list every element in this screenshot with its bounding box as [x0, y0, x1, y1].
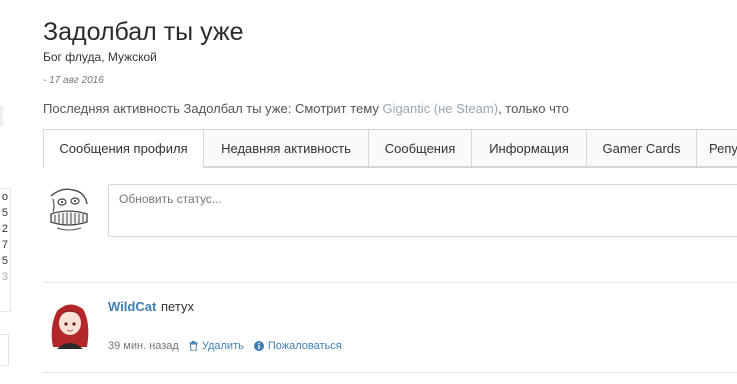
stat-fragment: 5 — [1, 207, 8, 219]
activity-prefix: Последняя активность Задолбал ты уже: См… — [43, 101, 383, 116]
sidebar-edge — [0, 106, 3, 126]
divider — [43, 372, 737, 373]
post-message: петух — [161, 299, 194, 314]
sidebar-stats-fragment: о 5 2 7 5 3 — [0, 188, 11, 312]
page-title: Задолбал ты уже — [43, 18, 244, 46]
profile-tabs: Сообщения профиля Недавняя активность Со… — [43, 129, 737, 168]
post-author-link[interactable]: WildCat — [108, 299, 156, 314]
sidebar-box-fragment — [0, 334, 9, 366]
tab-postings[interactable]: Сообщения — [369, 129, 472, 167]
register-date: - 17 авг 2016 — [43, 75, 104, 86]
post-meta: 39 мин. назад Удалить Пожаловаться — [108, 340, 342, 352]
avatar[interactable] — [43, 184, 93, 234]
trash-icon — [189, 341, 198, 351]
info-icon — [253, 341, 264, 351]
tab-gamer-cards[interactable]: Gamer Cards — [587, 129, 697, 167]
tab-reputation[interactable]: Репу — [697, 129, 737, 167]
activity-suffix: , только что — [498, 101, 569, 116]
tab-profile-posts[interactable]: Сообщения профиля — [43, 129, 204, 168]
stat-fragment: 3 — [1, 271, 8, 283]
status-input[interactable]: Обновить статус... — [108, 184, 737, 237]
date-prefix: - — [43, 75, 47, 86]
date-value[interactable]: 17 авг 2016 — [49, 75, 104, 86]
last-activity: Последняя активность Задолбал ты уже: См… — [43, 101, 569, 116]
tab-recent-activity[interactable]: Недавняя активность — [204, 129, 369, 167]
stat-fragment: 2 — [1, 223, 8, 235]
stat-fragment: 7 — [1, 239, 8, 251]
user-title-gender: Бог флуда, Мужской — [43, 50, 157, 64]
stat-fragment: о — [1, 191, 8, 203]
activity-thread-link[interactable]: Gigantic (не Steam) — [383, 101, 499, 116]
stat-fragment: 5 — [1, 255, 8, 267]
report-post-button[interactable]: Пожаловаться — [253, 340, 342, 352]
post-time[interactable]: 39 мин. назад — [108, 340, 179, 352]
delete-post-button[interactable]: Удалить — [189, 340, 244, 352]
divider — [43, 282, 737, 283]
post-avatar[interactable] — [43, 297, 95, 349]
delete-label: Удалить — [201, 340, 244, 352]
tab-information[interactable]: Информация — [472, 129, 587, 167]
report-label: Пожаловаться — [267, 340, 342, 352]
